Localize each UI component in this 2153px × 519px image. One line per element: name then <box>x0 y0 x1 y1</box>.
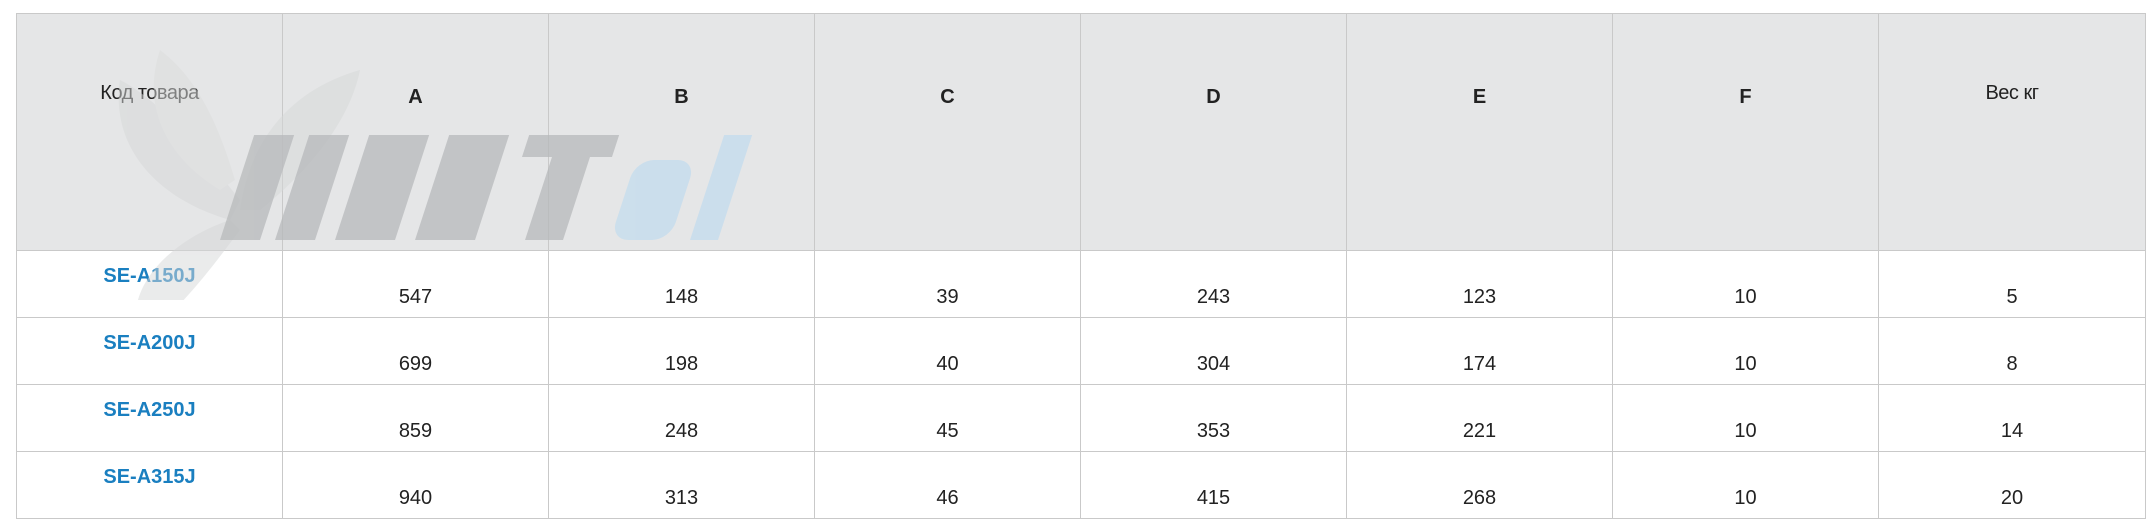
product-dimensions-table: Код товара A B C D E F Вес кг SE-A150J 5… <box>16 13 2146 519</box>
cell-c: 45 <box>814 384 1081 452</box>
product-code-cell: SE-A250J <box>16 384 283 452</box>
cell-f: 10 <box>1612 451 1879 519</box>
header-dimension-b: B <box>548 13 815 251</box>
cell-b: 313 <box>548 451 815 519</box>
product-code-link[interactable]: SE-A315J <box>103 466 195 488</box>
cell-a: 547 <box>282 250 549 318</box>
cell-b: 198 <box>548 317 815 385</box>
product-code-cell: SE-A200J <box>16 317 283 385</box>
cell-d: 353 <box>1080 384 1347 452</box>
product-code-link[interactable]: SE-A150J <box>103 265 195 287</box>
product-code-link[interactable]: SE-A250J <box>103 399 195 421</box>
cell-c: 46 <box>814 451 1081 519</box>
table-row: SE-A150J 547 148 39 243 123 10 5 <box>16 250 2146 318</box>
cell-e: 174 <box>1346 317 1613 385</box>
cell-weight: 5 <box>1878 250 2146 318</box>
cell-b: 248 <box>548 384 815 452</box>
header-product-code: Код товара <box>16 13 283 251</box>
table-header-row: Код товара A B C D E F Вес кг <box>16 13 2146 251</box>
cell-d: 415 <box>1080 451 1347 519</box>
cell-d: 243 <box>1080 250 1347 318</box>
header-dimension-a: A <box>282 13 549 251</box>
cell-e: 123 <box>1346 250 1613 318</box>
table-row: SE-A250J 859 248 45 353 221 10 14 <box>16 384 2146 452</box>
cell-a: 699 <box>282 317 549 385</box>
cell-c: 40 <box>814 317 1081 385</box>
cell-a: 859 <box>282 384 549 452</box>
table-row: SE-A200J 699 198 40 304 174 10 8 <box>16 317 2146 385</box>
header-dimension-f: F <box>1612 13 1879 251</box>
cell-e: 221 <box>1346 384 1613 452</box>
table-row: SE-A315J 940 313 46 415 268 10 20 <box>16 451 2146 519</box>
cell-weight: 14 <box>1878 384 2146 452</box>
product-code-cell: SE-A315J <box>16 451 283 519</box>
cell-e: 268 <box>1346 451 1613 519</box>
cell-f: 10 <box>1612 384 1879 452</box>
cell-f: 10 <box>1612 250 1879 318</box>
header-weight: Вес кг <box>1878 13 2146 251</box>
product-code-cell: SE-A150J <box>16 250 283 318</box>
cell-f: 10 <box>1612 317 1879 385</box>
product-code-link[interactable]: SE-A200J <box>103 332 195 354</box>
cell-weight: 20 <box>1878 451 2146 519</box>
cell-d: 304 <box>1080 317 1347 385</box>
cell-a: 940 <box>282 451 549 519</box>
cell-c: 39 <box>814 250 1081 318</box>
cell-weight: 8 <box>1878 317 2146 385</box>
header-dimension-e: E <box>1346 13 1613 251</box>
header-dimension-c: C <box>814 13 1081 251</box>
cell-b: 148 <box>548 250 815 318</box>
header-dimension-d: D <box>1080 13 1347 251</box>
